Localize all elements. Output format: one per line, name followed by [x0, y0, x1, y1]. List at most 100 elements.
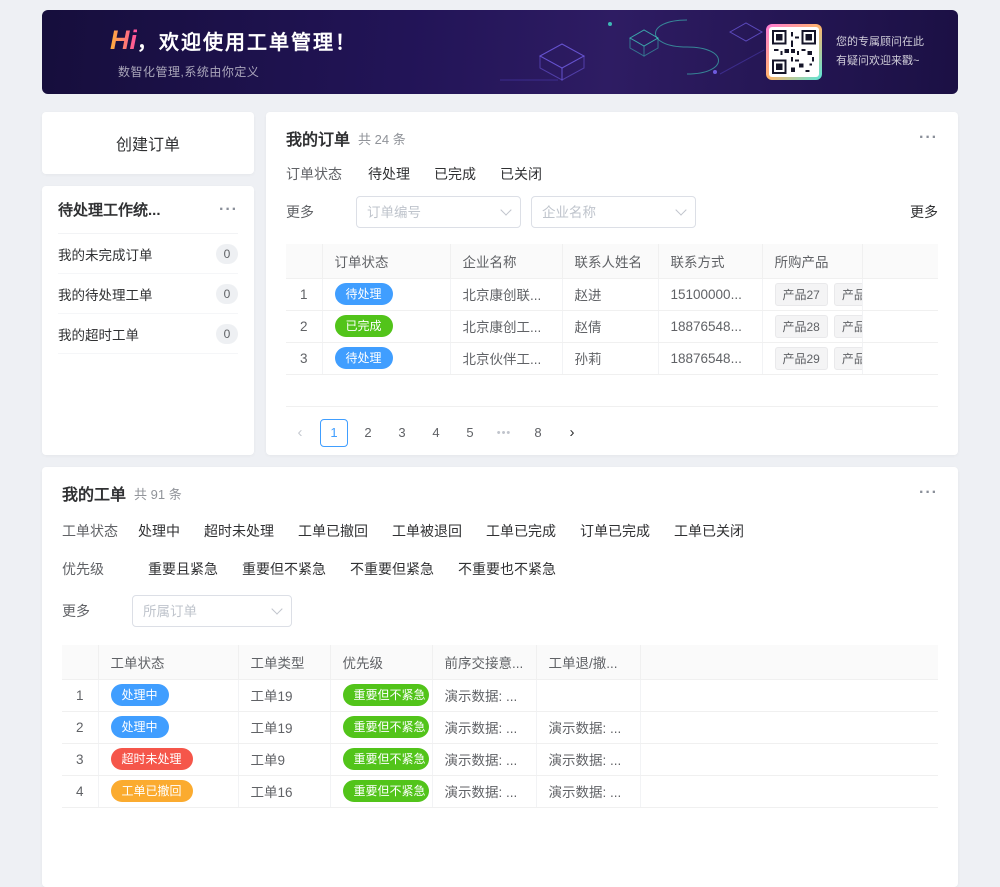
col-header-ticket-status: 工单状态 [98, 645, 238, 679]
pagination-prev[interactable]: ‹ [286, 419, 314, 447]
priority-option-important-urgent[interactable]: 重要且紧急 [148, 559, 218, 579]
tickets-table-header-row: 工单状态 工单类型 优先级 前序交接意... 工单退/撤... [62, 645, 938, 679]
company-cell: 北京康创联... [450, 278, 562, 310]
stats-item-pending-tickets[interactable]: 我的待处理工单 0 [58, 274, 238, 314]
row-index: 1 [286, 278, 322, 310]
qr-caption-line2: 有疑问欢迎来戳~ [836, 52, 942, 71]
priority-option-not-important-not-urgent[interactable]: 不重要也不紧急 [458, 559, 556, 579]
row-index: 2 [286, 310, 322, 342]
status-badge: 超时未处理 [111, 748, 193, 770]
phone-cell: 18876548... [658, 310, 762, 342]
ticket-table-row[interactable]: 4 工单已撤回 工单16 重要但不紧急 演示数据: ... 演示数据: ... [62, 775, 938, 807]
priority-badge: 重要但不紧急 [343, 748, 429, 770]
pagination-page-3[interactable]: 3 [388, 419, 416, 447]
status-badge: 待处理 [335, 283, 393, 305]
tickets-panel-title: 我的工单 [62, 481, 126, 505]
order-table-row[interactable]: 2 已完成 北京康创工... 赵倩 18876548... 产品28产品 [286, 310, 938, 342]
ticket-status-option-order-done[interactable]: 订单已完成 [580, 521, 650, 541]
pagination-page-1[interactable]: 1 [320, 419, 348, 447]
empty-cell [640, 679, 938, 711]
company-name-select[interactable] [531, 196, 696, 228]
order-no-input[interactable] [367, 205, 502, 220]
col-header-return-note: 工单退/撤... [536, 645, 640, 679]
col-header-empty [862, 244, 938, 278]
order-no-select[interactable] [356, 196, 521, 228]
order-status-option-closed[interactable]: 已关闭 [500, 164, 542, 184]
return-note-cell: 演示数据: ... [536, 711, 640, 743]
col-header-index [62, 645, 98, 679]
status-badge: 处理中 [111, 684, 169, 706]
order-status-option-pending[interactable]: 待处理 [368, 164, 410, 184]
stats-item-overtime-tickets[interactable]: 我的超时工单 0 [58, 314, 238, 354]
pagination-page-2[interactable]: 2 [354, 419, 382, 447]
col-header-product: 所购产品 [762, 244, 862, 278]
order-table-empty-row [286, 374, 938, 406]
orders-table-header-row: 订单状态 企业名称 联系人姓名 联系方式 所购产品 [286, 244, 938, 278]
orders-table: 订单状态 企业名称 联系人姓名 联系方式 所购产品 1 待处理 北京康创联.. [286, 244, 938, 407]
col-header-company: 企业名称 [450, 244, 562, 278]
return-note-cell: 演示数据: ... [536, 775, 640, 807]
stats-item-label: 我的超时工单 [58, 324, 139, 344]
create-order-button[interactable]: 创建订单 [42, 112, 254, 174]
orders-panel-title: 我的订单 [286, 126, 350, 150]
banner-title: ，欢迎使用工单管理！ [137, 26, 357, 55]
ticket-table-row[interactable]: 3 超时未处理 工单9 重要但不紧急 演示数据: ... 演示数据: ... [62, 743, 938, 775]
empty-cell [862, 310, 938, 342]
stats-card-title: 待处理工作统... [58, 199, 161, 220]
ticket-table-row[interactable]: 1 处理中 工单19 重要但不紧急 演示数据: ... [62, 679, 938, 711]
handover-note-cell: 演示数据: ... [432, 711, 536, 743]
col-header-ticket-type: 工单类型 [238, 645, 330, 679]
company-cell: 北京康创工... [450, 310, 562, 342]
pagination-ellipsis[interactable]: ••• [490, 419, 518, 447]
priority-badge: 重要但不紧急 [343, 780, 429, 802]
product-tag: 产品27 [775, 283, 828, 306]
ellipsis-icon[interactable]: ··· [219, 202, 238, 218]
ticket-status-filter-label: 工单状态 [62, 521, 118, 541]
stats-item-unfinished-orders[interactable]: 我的未完成订单 0 [58, 234, 238, 274]
pagination-page-last[interactable]: 8 [524, 419, 552, 447]
banner-text-block: Hi ，欢迎使用工单管理！ 数智化管理,系统由你定义 [110, 25, 357, 80]
qr-code [766, 24, 822, 80]
chevron-down-icon [500, 204, 511, 215]
col-header-contact: 联系人姓名 [562, 244, 658, 278]
ticket-type-cell: 工单19 [238, 711, 330, 743]
return-note-cell: 演示数据: ... [536, 743, 640, 775]
priority-badge: 重要但不紧急 [343, 716, 429, 738]
col-header-empty [640, 645, 938, 679]
empty-cell [862, 342, 938, 374]
order-table-row[interactable]: 3 待处理 北京伙伴工... 孙莉 18876548... 产品29产品 [286, 342, 938, 374]
stats-item-label: 我的未完成订单 [58, 244, 153, 264]
welcome-banner: Hi ，欢迎使用工单管理！ 数智化管理,系统由你定义 [42, 10, 958, 94]
col-header-index [286, 244, 322, 278]
ticket-table-row[interactable]: 2 处理中 工单19 重要但不紧急 演示数据: ... 演示数据: ... [62, 711, 938, 743]
qr-caption: 您的专属顾问在此 有疑问欢迎来戳~ [836, 33, 942, 72]
ticket-status-option-closed[interactable]: 工单已关闭 [674, 521, 744, 541]
parent-order-input[interactable] [143, 604, 273, 619]
orders-more-link[interactable]: 更多 [910, 202, 938, 222]
stats-count-badge: 0 [216, 284, 238, 304]
ellipsis-icon[interactable]: ··· [919, 485, 938, 501]
empty-cell [640, 775, 938, 807]
ellipsis-icon[interactable]: ··· [919, 130, 938, 146]
phone-cell: 15100000... [658, 278, 762, 310]
orders-more-filters-label: 更多 [286, 202, 314, 222]
company-name-input[interactable] [542, 205, 677, 220]
pagination-next[interactable]: › [558, 419, 586, 447]
order-table-row[interactable]: 1 待处理 北京康创联... 赵进 15100000... 产品27产品 [286, 278, 938, 310]
priority-option-not-important-urgent[interactable]: 不重要但紧急 [350, 559, 434, 579]
ticket-status-option-withdrawn[interactable]: 工单已撤回 [298, 521, 368, 541]
priority-option-important-not-urgent[interactable]: 重要但不紧急 [242, 559, 326, 579]
ticket-status-option-overtime[interactable]: 超时未处理 [204, 521, 274, 541]
parent-order-select[interactable] [132, 595, 292, 627]
qr-caption-line1: 您的专属顾问在此 [836, 33, 942, 52]
ticket-status-option-ticket-done[interactable]: 工单已完成 [486, 521, 556, 541]
order-status-option-done[interactable]: 已完成 [434, 164, 476, 184]
tickets-table: 工单状态 工单类型 优先级 前序交接意... 工单退/撤... 1 处理中 工单… [62, 645, 938, 808]
pagination-page-4[interactable]: 4 [422, 419, 450, 447]
ticket-status-option-processing[interactable]: 处理中 [138, 521, 180, 541]
banner-graphic [482, 10, 802, 94]
ticket-status-option-returned[interactable]: 工单被退回 [392, 521, 462, 541]
pagination-page-5[interactable]: 5 [456, 419, 484, 447]
empty-cell [640, 743, 938, 775]
return-note-cell [536, 679, 640, 711]
